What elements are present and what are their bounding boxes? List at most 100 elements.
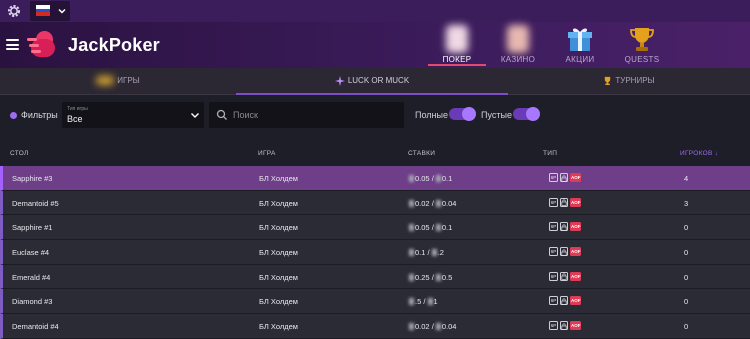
top-bar	[0, 0, 750, 22]
empty-tables-toggle[interactable]	[513, 107, 540, 121]
trophy-icon	[605, 77, 611, 86]
type-badges: 6P AOF	[549, 173, 583, 183]
aof-badge: AOF	[570, 197, 581, 207]
table-row[interactable]: Demantoid #5 БЛ Холдем 0.02 / 0.04 6P AOF 3	[0, 190, 750, 216]
table-name: Demantoid #4	[12, 322, 59, 332]
currency-icon	[435, 273, 441, 281]
ru-flag-icon	[36, 5, 50, 17]
lock-icon	[560, 296, 568, 306]
table-name: Sapphire #1	[12, 223, 53, 233]
six-max-badge: 6P	[549, 173, 558, 182]
lock-icon	[560, 321, 568, 331]
column-stakes[interactable]: СТАВКИ	[408, 150, 435, 157]
game-name: БЛ Холдем	[259, 322, 298, 332]
currency-icon	[435, 199, 441, 207]
table-row[interactable]: Sapphire #1 БЛ Холдем 0.05 / 0.1 6P AOF 0	[0, 215, 750, 241]
stakes: 0.05 / 0.1	[409, 174, 452, 183]
tab-tournaments[interactable]: ТУРНИРЫ	[508, 68, 750, 95]
player-count: 4	[684, 174, 689, 183]
type-badges: 6P AOF	[549, 197, 583, 208]
currency-icon	[435, 224, 441, 232]
currency-icon	[427, 298, 433, 306]
tab-games[interactable]: ИГРЫ	[0, 68, 236, 95]
full-tables-label: Полные	[415, 110, 448, 120]
nav-casino[interactable]: КАЗИНО	[493, 22, 543, 68]
filter-dot-icon	[10, 112, 17, 119]
game-name: БЛ Холдем	[259, 272, 298, 282]
tables-list: СТОЛ ИГРА СТАВКИ ТИП ИГРОКОВ ↓ Sapphire …	[0, 142, 750, 339]
currency-icon	[409, 323, 414, 331]
lock-icon	[560, 173, 568, 182]
six-max-badge: 6P	[549, 222, 558, 232]
currency-icon	[409, 175, 414, 182]
menu-icon[interactable]	[6, 39, 19, 50]
player-count: 0	[684, 223, 689, 233]
nav-promotions[interactable]: АКЦИИ	[556, 22, 604, 68]
table-row[interactable]: Demantoid #4 БЛ Холдем 0.02 / 0.04 6P AOF 0	[0, 314, 750, 339]
type-badges: 6P AOF	[549, 222, 583, 232]
currency-icon	[409, 199, 414, 207]
select-value: Все	[67, 114, 83, 124]
stakes: 0.02 / 0.04	[409, 322, 456, 331]
table-name: Sapphire #3	[12, 174, 53, 183]
gear-icon[interactable]	[6, 3, 22, 19]
search-input[interactable]	[233, 106, 398, 124]
tab-luck-or-muck[interactable]: LUCK OR MUCK	[236, 68, 508, 95]
search-icon	[216, 109, 227, 120]
table-row[interactable]: Sapphire #3 БЛ Холдем 0.05 / 0.1 6P AOF 4	[0, 166, 750, 191]
column-players[interactable]: ИГРОКОВ ↓	[680, 150, 718, 157]
aof-badge: AOF	[570, 271, 581, 281]
table-row[interactable]: Euclase #4 БЛ Холдем 0.1 / .2 6P AOF 0	[0, 240, 750, 265]
type-badges: 6P AOF	[549, 296, 583, 306]
table-row[interactable]: Emerald #4 БЛ Холдем 0.25 / 0.5 6P AOF 0	[0, 264, 750, 290]
column-type[interactable]: ТИП	[543, 150, 557, 157]
column-game[interactable]: ИГРА	[258, 150, 276, 157]
currency-icon	[409, 298, 414, 306]
game-name: БЛ Холдем	[259, 297, 298, 307]
currency-icon	[435, 323, 441, 331]
player-count: 0	[684, 272, 689, 282]
search-box[interactable]	[209, 102, 404, 128]
six-max-badge: 6P	[549, 271, 558, 281]
nav-poker[interactable]: ПОКЕР	[428, 22, 486, 68]
type-badges: 6P AOF	[549, 247, 583, 257]
filters-button[interactable]: Фильтры	[21, 110, 58, 120]
active-tab-indicator	[428, 64, 486, 66]
chevron-down-icon	[58, 8, 66, 14]
filter-bar: Фильтры Тип игры Все Полные Пустые	[0, 97, 750, 137]
table-row[interactable]: Diamond #3 БЛ Холдем .5 / 1 6P AOF 0	[0, 289, 750, 315]
game-type-select[interactable]: Тип игры Все	[62, 102, 204, 128]
type-badges: 6P AOF	[549, 271, 583, 282]
poker-cards-icon	[446, 25, 468, 53]
lock-icon	[560, 271, 568, 281]
gift-box-icon	[568, 28, 592, 51]
table-name: Demantoid #5	[12, 198, 59, 208]
casino-icon	[507, 25, 529, 53]
language-selector[interactable]	[30, 1, 70, 21]
table-name: Emerald #4	[12, 272, 51, 282]
currency-icon	[431, 249, 437, 257]
jackpoker-logo[interactable]	[27, 27, 59, 61]
game-name: БЛ Холдем	[259, 248, 298, 258]
select-caption: Тип игры	[67, 106, 88, 112]
six-max-badge: 6P	[549, 247, 558, 257]
aof-badge: AOF	[570, 247, 581, 257]
game-name: БЛ Холдем	[259, 223, 298, 233]
currency-icon	[409, 273, 414, 281]
lock-icon	[560, 247, 568, 257]
brand-name[interactable]: JackPoker	[68, 35, 160, 56]
currency-icon	[435, 175, 441, 182]
type-badges: 6P AOF	[549, 321, 583, 331]
stakes: .5 / 1	[409, 297, 438, 306]
aof-badge: AOF	[570, 222, 581, 232]
player-count: 0	[684, 297, 689, 307]
game-name: БЛ Холдем	[259, 174, 298, 183]
stakes: 0.25 / 0.5	[409, 273, 452, 282]
full-tables-toggle[interactable]	[449, 107, 476, 121]
aof-badge: AOF	[570, 321, 581, 331]
stakes: 0.1 / .2	[409, 248, 444, 257]
column-table[interactable]: СТОЛ	[10, 150, 29, 157]
nav-quests[interactable]: QUESTS	[618, 22, 666, 68]
stakes: 0.05 / 0.1	[409, 223, 452, 232]
six-max-badge: 6P	[549, 321, 558, 331]
